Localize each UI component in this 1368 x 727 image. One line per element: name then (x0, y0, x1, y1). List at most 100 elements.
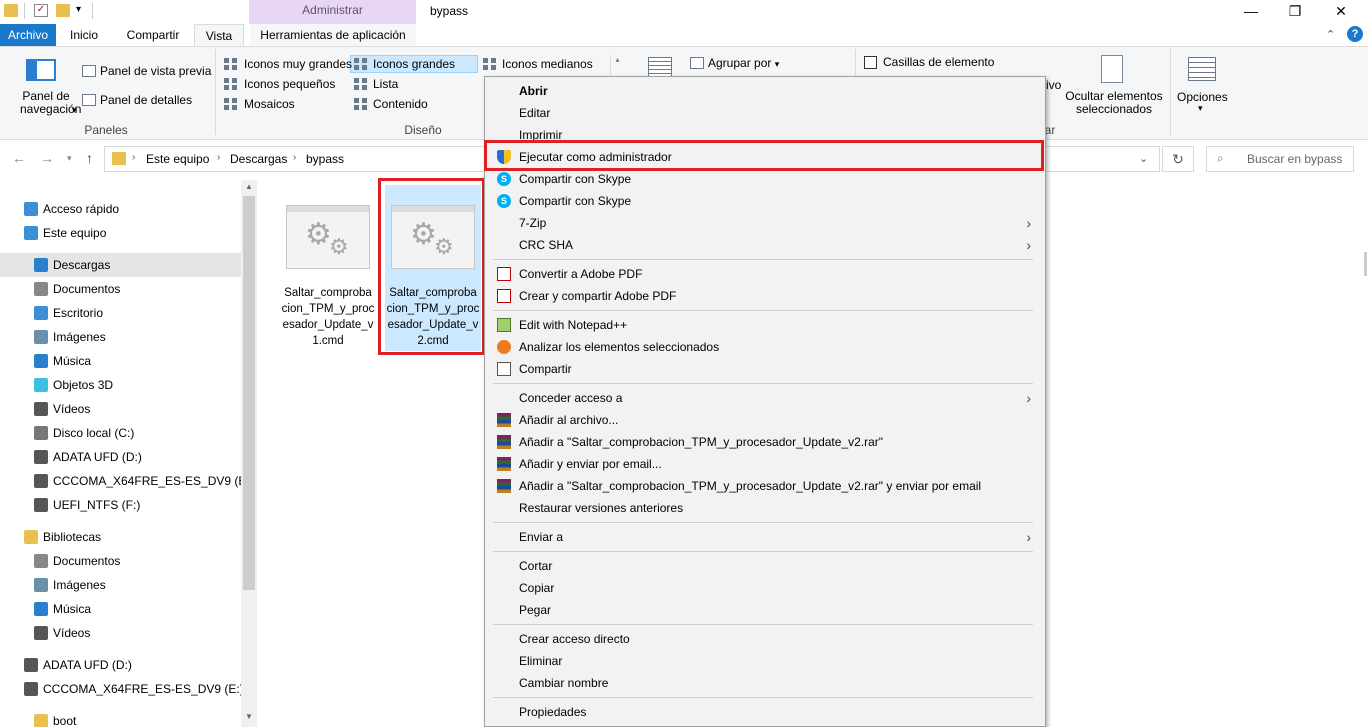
nav-item[interactable]: Música (34, 597, 91, 621)
nav-item[interactable]: ADATA UFD (D:) (34, 445, 142, 469)
tab-archivo[interactable]: Archivo (0, 24, 56, 46)
nav-item[interactable]: Este equipo (24, 221, 106, 245)
menu-item[interactable]: Eliminar (485, 650, 1045, 672)
nav-item[interactable]: Música (34, 349, 91, 373)
help-icon[interactable]: ? (1347, 26, 1363, 42)
list-icon (354, 78, 368, 90)
nav-item[interactable]: CCCOMA_X64FRE_ES-ES_DV9 (E:) (34, 469, 254, 493)
nav-item-label: Imágenes (53, 578, 106, 592)
file-item[interactable]: ⚙ ⚙ Saltar_comproba cion_TPM_y_proc esador… (280, 185, 376, 351)
tab-inicio[interactable]: Inicio (60, 24, 108, 46)
menu-item[interactable]: Añadir y enviar por email... (485, 453, 1045, 475)
tab-vista[interactable]: Vista (194, 24, 244, 46)
item-checkboxes-checkbox[interactable] (864, 56, 877, 69)
tab-compartir[interactable]: Compartir (114, 24, 192, 46)
menu-item[interactable]: S Compartir con Skype (485, 168, 1045, 190)
menu-item[interactable]: Enviar a › (485, 526, 1045, 548)
menu-item[interactable]: Cambiar nombre (485, 672, 1045, 694)
close-button[interactable]: ✕ (1330, 2, 1352, 22)
contenido-option[interactable]: Contenido (373, 97, 428, 111)
menu-item[interactable]: Analizar los elementos seleccionados (485, 336, 1045, 358)
recent-dropdown-icon[interactable]: ▾ (67, 153, 72, 164)
breadcrumb-bypass[interactable]: bypass (306, 152, 344, 166)
content-scrollbar[interactable] (1364, 252, 1367, 276)
folder-icon[interactable] (4, 4, 18, 17)
minimize-button[interactable]: — (1240, 2, 1262, 22)
nav-item[interactable]: boot (34, 709, 76, 727)
iconos-grandes-option[interactable]: Iconos grandes (373, 57, 455, 71)
nav-item[interactable]: Objetos 3D (34, 373, 113, 397)
refresh-icon[interactable]: ↻ (1162, 146, 1194, 172)
tab-herramientas-aplicacion[interactable]: Herramientas de aplicación (250, 24, 416, 46)
nav-item[interactable]: ADATA UFD (D:) (24, 653, 132, 677)
panel-detalles-button[interactable]: Panel de detalles (100, 93, 192, 107)
menu-item[interactable]: Crear acceso directo (485, 628, 1045, 650)
menu-item[interactable]: S Compartir con Skype (485, 190, 1045, 212)
nav-item[interactable]: Acceso rápido (24, 197, 119, 221)
nav-item[interactable]: Imágenes (34, 325, 106, 349)
menu-item[interactable]: Crear y compartir Adobe PDF (485, 285, 1045, 307)
nav-item[interactable]: Vídeos (34, 397, 90, 421)
agrupar-por-button[interactable]: Agrupar por ▾ (708, 56, 779, 70)
menu-item[interactable]: Copiar (485, 577, 1045, 599)
forward-arrow-icon[interactable]: → (40, 150, 54, 166)
scroll-down-icon[interactable]: ▼ (245, 712, 253, 721)
collapse-ribbon-icon[interactable]: ⌃ (1326, 28, 1335, 41)
mosaicos-option[interactable]: Mosaicos (244, 97, 295, 111)
nav-item-label: ADATA UFD (D:) (43, 658, 132, 672)
menu-item[interactable]: Restaurar versiones anteriores (485, 497, 1045, 519)
maximize-button[interactable]: ❐ (1284, 2, 1306, 22)
nav-item[interactable]: Escritorio (34, 301, 103, 325)
lista-option[interactable]: Lista (373, 77, 398, 91)
menu-item[interactable]: Edit with Notepad++ (485, 314, 1045, 336)
nav-item-label: Este equipo (43, 226, 107, 240)
menu-item[interactable]: Editar (485, 102, 1045, 124)
nav-item[interactable]: Vídeos (34, 621, 90, 645)
menu-item[interactable]: Pegar (485, 599, 1045, 621)
menu-item[interactable]: Añadir a "Saltar_comprobacion_TPM_y_proc… (485, 431, 1045, 453)
avast-icon (497, 340, 511, 354)
menu-item-label: Cambiar nombre (519, 676, 609, 690)
properties-icon[interactable]: ✓ (34, 4, 48, 17)
menu-item[interactable]: Compartir (485, 358, 1045, 380)
back-arrow-icon[interactable]: ← (12, 150, 26, 166)
opciones-button[interactable]: Opciones (1177, 90, 1228, 104)
breadcrumb-descargas[interactable]: Descargas (230, 152, 287, 166)
qat-dropdown-icon[interactable]: ▾ (76, 4, 81, 15)
nav-scroll-thumb[interactable] (243, 196, 255, 590)
iconos-medianos-option[interactable]: Iconos medianos (502, 57, 593, 71)
breadcrumb-este-equipo[interactable]: Este equipo (146, 152, 209, 166)
nav-item[interactable]: Descargas (34, 253, 110, 277)
menu-item[interactable]: 7-Zip › (485, 212, 1045, 234)
nav-item[interactable]: CCCOMA_X64FRE_ES-ES_DV9 (E:) (24, 677, 244, 701)
submenu-arrow-icon: › (1026, 215, 1031, 231)
panel-navegacion-button[interactable]: Panel de navegación▾ (20, 90, 81, 116)
menu-item[interactable]: Añadir a "Saltar_comprobacion_TPM_y_proc… (485, 475, 1045, 497)
rar-icon (497, 457, 511, 471)
nav-item[interactable]: Imágenes (34, 573, 106, 597)
navigation-pane-icon[interactable] (26, 59, 56, 81)
iconos-pequenos-option[interactable]: Iconos pequeños (244, 77, 335, 91)
nav-item[interactable]: Documentos (34, 277, 120, 301)
nav-item-icon (34, 426, 48, 440)
nav-item[interactable]: Disco local (C:) (34, 421, 134, 445)
menu-item[interactable]: Convertir a Adobe PDF (485, 263, 1045, 285)
menu-item[interactable]: CRC SHA › (485, 234, 1045, 256)
up-arrow-icon[interactable]: ↑ (86, 150, 93, 166)
menu-item[interactable]: Propiedades (485, 701, 1045, 723)
iconos-muy-grandes-option[interactable]: Iconos muy grandes (244, 57, 352, 71)
menu-item[interactable]: Añadir al archivo... (485, 409, 1045, 431)
ocultar-elementos-button[interactable]: Ocultar elementos seleccionados (1064, 90, 1164, 116)
new-folder-icon[interactable] (56, 4, 70, 17)
nav-item[interactable]: Documentos (34, 549, 120, 573)
notepad-icon (497, 318, 511, 332)
search-input[interactable]: ⌕ Buscar en bypass (1206, 146, 1354, 172)
nav-item[interactable]: UEFI_NTFS (F:) (34, 493, 140, 517)
scroll-up-icon[interactable]: ▲ (245, 182, 253, 191)
nav-item[interactable]: Bibliotecas (24, 525, 101, 549)
menu-item[interactable]: Abrir (485, 80, 1045, 102)
menu-item[interactable]: Conceder acceso a › (485, 387, 1045, 409)
menu-item[interactable]: Cortar (485, 555, 1045, 577)
panel-vista-previa-button[interactable]: Panel de vista previa (100, 64, 211, 78)
address-dropdown-icon[interactable]: ⌄ (1139, 152, 1148, 165)
